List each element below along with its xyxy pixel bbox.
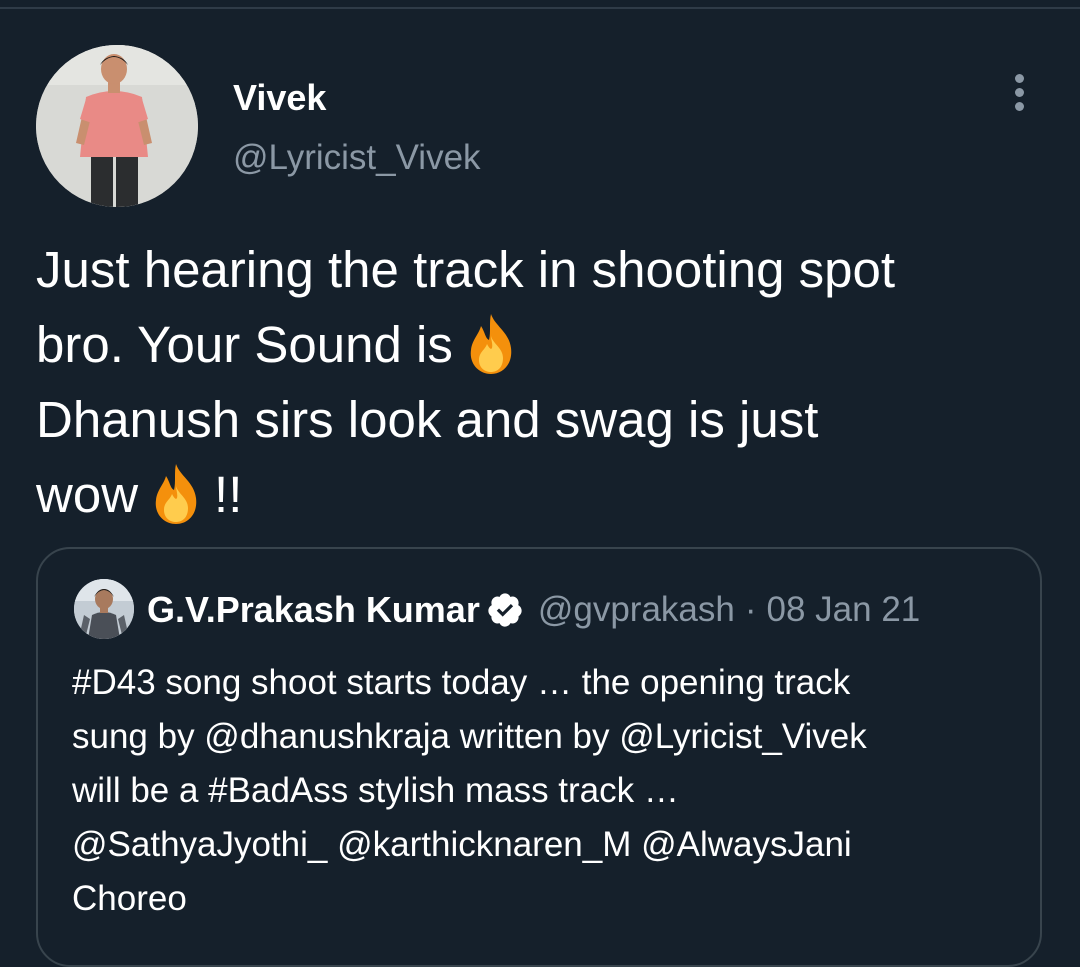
quoted-tweet-line: Choreo (72, 879, 187, 918)
quoted-tweet-date[interactable]: 08 Jan 21 (767, 590, 921, 630)
quoted-tweet-line: #D43 song shoot starts today … the openi… (72, 663, 851, 702)
more-dot (1015, 88, 1024, 97)
quoted-tweet-text: #D43 song shoot starts today … the openi… (72, 656, 1022, 926)
tweet-text: Just hearing the track in shooting spot … (36, 232, 1056, 532)
quoted-author-avatar[interactable] (74, 579, 134, 639)
author-handle[interactable]: @Lyricist_Vivek (233, 136, 481, 180)
quoted-author-handle[interactable]: @gvprakash (538, 590, 735, 630)
more-options-button[interactable] (1000, 68, 1040, 118)
quoted-avatar-image (74, 579, 134, 639)
author-avatar[interactable] (36, 45, 198, 207)
quoted-tweet-line: @SathyaJyothi_ @karthicknaren_M @AlwaysJ… (72, 825, 852, 864)
tweet-line: bro. Your Sound is (36, 307, 1056, 382)
top-divider (0, 7, 1080, 9)
more-vertical-icon (1015, 74, 1024, 83)
tweet-line: Just hearing the track in shooting spot (36, 241, 896, 298)
verified-badge-icon (488, 593, 522, 627)
avatar-image (36, 45, 198, 207)
more-dot (1015, 102, 1024, 111)
quoted-author-name[interactable]: G.V.Prakash Kumar (147, 589, 480, 631)
tweet-line-text: bro. Your Sound is (36, 316, 453, 373)
quoted-tweet-header: G.V.Prakash Kumar @gvprakash · 08 Jan 21 (147, 587, 920, 633)
tweet-line-text: wow (36, 466, 139, 523)
quoted-tweet-line: sung by @dhanushkraja written by @Lyrici… (72, 717, 867, 756)
fire-emoji (155, 464, 197, 524)
tweet-line: Dhanush sirs look and swag is just (36, 391, 819, 448)
tweet-line-suffix: !! (214, 466, 243, 523)
quoted-tweet-line: will be a #BadAss stylish mass track … (72, 771, 679, 810)
header-separator: · (744, 590, 757, 629)
quoted-tweet-card[interactable]: G.V.Prakash Kumar @gvprakash · 08 Jan 21… (36, 547, 1042, 967)
author-name[interactable]: Vivek (233, 76, 326, 120)
fire-emoji (470, 314, 512, 374)
tweet-line: wow !! (36, 457, 1056, 532)
